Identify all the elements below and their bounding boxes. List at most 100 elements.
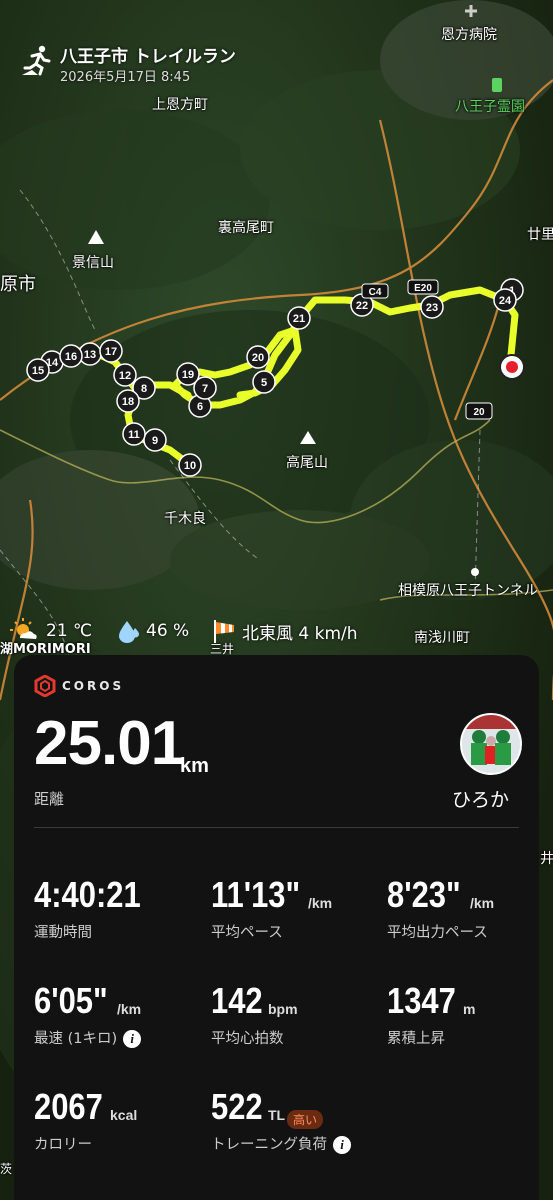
stat-unit: /km [308, 895, 333, 911]
route-waypoint-marker: 5 [252, 370, 276, 394]
route-waypoint-marker: 19 [176, 362, 200, 386]
stat-value: 8'23" [387, 874, 461, 915]
stat-label: 最速 (1キロ) i [34, 1027, 142, 1048]
stat-unit: m [463, 1001, 476, 1017]
stat-elevation-gain: 1347 m 累積上昇 [387, 980, 475, 1048]
route-waypoint-marker: 20 [246, 345, 270, 369]
map-label-hospital: 恩方病院 [441, 27, 497, 43]
map-label-ni: 廿里 [527, 227, 553, 243]
coros-logo: COROS [34, 675, 124, 697]
route-waypoint-label: 20 [252, 352, 264, 364]
stat-value: 142 [211, 980, 263, 1021]
stat-label: 平均心拍数 [211, 1031, 284, 1047]
stat-fastest-km: 6'05" /km 最速 (1キロ) i [34, 980, 142, 1048]
route-waypoint-marker: 16 [59, 344, 83, 368]
stat-value: 11'13" [211, 874, 301, 915]
stat-label: トレーニング負荷 i [211, 1133, 351, 1154]
stat-label: 累積上昇 [387, 1031, 445, 1047]
map-label-i: 井 [540, 851, 553, 867]
route-waypoint-marker: 17 [99, 339, 123, 363]
route-waypoint-label: 5 [261, 377, 267, 389]
wind-value: 北東風 4 km/h [242, 623, 358, 644]
coros-hexagon-icon [34, 675, 56, 697]
route-waypoint-label: 15 [32, 365, 44, 377]
route-waypoint-marker: 24 [493, 288, 517, 312]
route-waypoint-label: 24 [499, 295, 512, 307]
stat-value: 4:40:21 [34, 874, 141, 915]
map-label-shi: 原市 [0, 274, 36, 295]
activity-date: 2026年5月17日 8:45 [60, 70, 191, 85]
coros-brand-text: COROS [62, 679, 125, 693]
stat-unit: TL [268, 1107, 286, 1123]
stat-duration: 4:40:21 運動時間 [34, 874, 158, 942]
map-label-kamionkata: 上恩方町 [152, 97, 208, 113]
avatar[interactable] [460, 713, 522, 775]
stat-unit: /km [470, 895, 495, 911]
stat-label-text: トレーニング負荷 [211, 1137, 327, 1153]
route-waypoint-marker: 12 [113, 363, 137, 387]
trail-run-icon [22, 45, 51, 76]
stat-value: 1347 [387, 980, 456, 1021]
stat-avg-power-pace: 8'23" /km 平均出力ペース [387, 874, 494, 942]
map-label-tunnel: 相模原八王子トンネル [398, 583, 538, 599]
route-waypoint-label: 10 [184, 460, 196, 472]
route-waypoint-marker: 15 [26, 358, 50, 382]
route-waypoint-label: 19 [182, 369, 194, 381]
activity-title: 八王子市 トレイルラン [60, 47, 236, 67]
route-waypoint-label: 13 [84, 349, 96, 361]
stat-value: 522 [211, 1086, 263, 1127]
road-label-c4: C4 [369, 287, 382, 298]
route-waypoint-label: 6 [197, 401, 203, 413]
activity-summary-card: COROS 25.01 km 距離 ひろか 4:40:21 運動時間 11'13… [14, 655, 539, 1200]
map-label-ibara: 茨 [0, 1162, 13, 1176]
route-waypoint-marker: 18 [116, 389, 140, 413]
map-label-takao: 高尾山 [286, 455, 328, 471]
stat-label: 平均出力ペース [387, 925, 488, 941]
route-waypoint-marker: 10 [178, 453, 202, 477]
road-label-20: 20 [473, 407, 485, 418]
route-waypoint-marker: 11 [122, 422, 146, 446]
map-label-urataka: 裏高尾町 [218, 220, 274, 236]
route-waypoint-label: 12 [119, 370, 131, 382]
humidity-value: 46 % [146, 621, 190, 641]
training-load-badge: 高い [287, 1110, 324, 1129]
humidity-drop-icon [119, 621, 139, 643]
distance-value: 25.01 [34, 709, 185, 778]
card-divider [34, 827, 519, 828]
route-waypoint-label: 23 [426, 302, 438, 314]
route-waypoint-label: 16 [65, 351, 77, 363]
route-waypoint-label: 11 [128, 429, 140, 441]
stat-avg-pace: 11'13" /km 平均ペース [211, 874, 332, 942]
windsock-icon [214, 620, 234, 643]
route-waypoint-marker: 9 [143, 428, 167, 452]
route-waypoint-marker: 21 [287, 306, 311, 330]
stat-unit: kcal [110, 1107, 138, 1123]
map-label-cemetery: 八王子霊園 [455, 99, 525, 115]
route-waypoint-label: 9 [152, 435, 158, 447]
stat-label-text: 最速 (1キロ) [34, 1031, 118, 1047]
info-icon[interactable]: i [123, 1030, 142, 1048]
stat-training-load: 522 TL 高い トレーニング負荷 i [211, 1086, 351, 1154]
user-name: ひろか [452, 789, 510, 811]
route-waypoint-label: 8 [141, 383, 147, 395]
map-label-minamiasakawa: 南浅川町 [414, 630, 470, 646]
stat-avg-heart-rate: 142 bpm 平均心拍数 [211, 980, 298, 1048]
distance-unit: km [180, 755, 209, 777]
route-waypoint-label: 18 [122, 396, 134, 408]
map-label-kagenobu: 景信山 [72, 255, 114, 271]
route-waypoint-label: 7 [202, 383, 208, 395]
map-label-sengira: 千木良 [164, 511, 206, 527]
info-icon[interactable]: i [333, 1136, 351, 1154]
stat-value: 6'05" [34, 980, 108, 1021]
stat-unit: bpm [268, 1001, 298, 1017]
map-label-ko: 湖 [0, 642, 14, 657]
weather-wind: 北東風 4 km/h [212, 618, 358, 644]
distance-label: 距離 [34, 790, 65, 808]
route-waypoint-label: 17 [105, 346, 117, 358]
stat-label: 平均ペース [211, 925, 283, 941]
stat-value: 2067 [34, 1086, 103, 1127]
weather-humidity: 46 % [118, 618, 189, 644]
stat-unit: /km [117, 1001, 142, 1017]
route-waypoint-label: 22 [356, 300, 368, 312]
route-waypoint-label: 21 [293, 313, 305, 325]
